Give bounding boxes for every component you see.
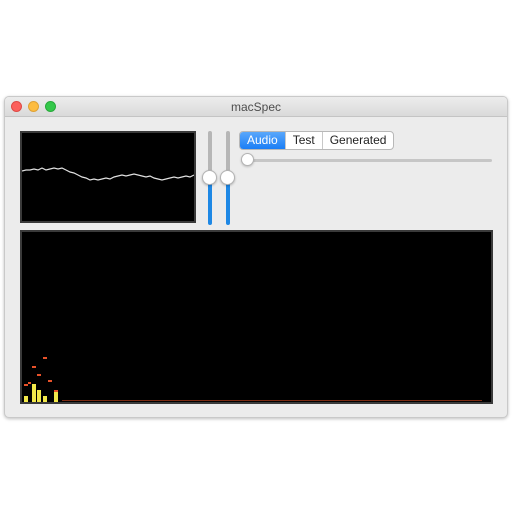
source-segmented-control: Audio Test Generated [239,131,395,150]
vertical-slider-2[interactable] [219,131,237,225]
waveform-display [20,131,196,223]
spectrum-peak [24,384,28,386]
horizontal-slider-track [241,159,492,162]
spectrum-noise-floor [62,400,482,401]
slider-track-upper [208,131,212,175]
horizontal-slider-knob[interactable] [241,153,254,166]
slider-knob[interactable] [220,170,235,185]
app-window: macSpec Audio Test Generated [4,96,508,418]
window-title: macSpec [230,100,282,114]
waveform-line [22,167,194,181]
spectrum-peak [48,380,52,382]
slider-track-upper [226,131,230,175]
vertical-slider-1[interactable] [201,131,219,225]
spectrum-bar [32,384,36,402]
spectrum-bar [37,390,41,402]
spectrum-peak [37,374,41,376]
segment-test[interactable]: Test [284,132,322,149]
spectrum-peak [43,357,47,359]
spectrum-peak [28,382,31,384]
horizontal-slider[interactable] [241,153,492,167]
spectrum-bar [54,392,58,402]
spectrum-display [20,230,493,404]
segment-audio[interactable]: Audio [240,132,285,149]
spectrum-bar [24,396,28,402]
slider-track-filled [226,179,230,225]
waveform-plot [22,167,194,181]
spectrum-peak [32,366,36,368]
segment-generated[interactable]: Generated [321,132,394,149]
slider-track-filled [208,179,212,225]
spectrum-peak [54,390,58,392]
spectrum-bar [43,396,47,402]
spectrum-plot [24,357,482,402]
slider-knob[interactable] [202,170,217,185]
title-bar[interactable]: macSpec [5,97,507,117]
